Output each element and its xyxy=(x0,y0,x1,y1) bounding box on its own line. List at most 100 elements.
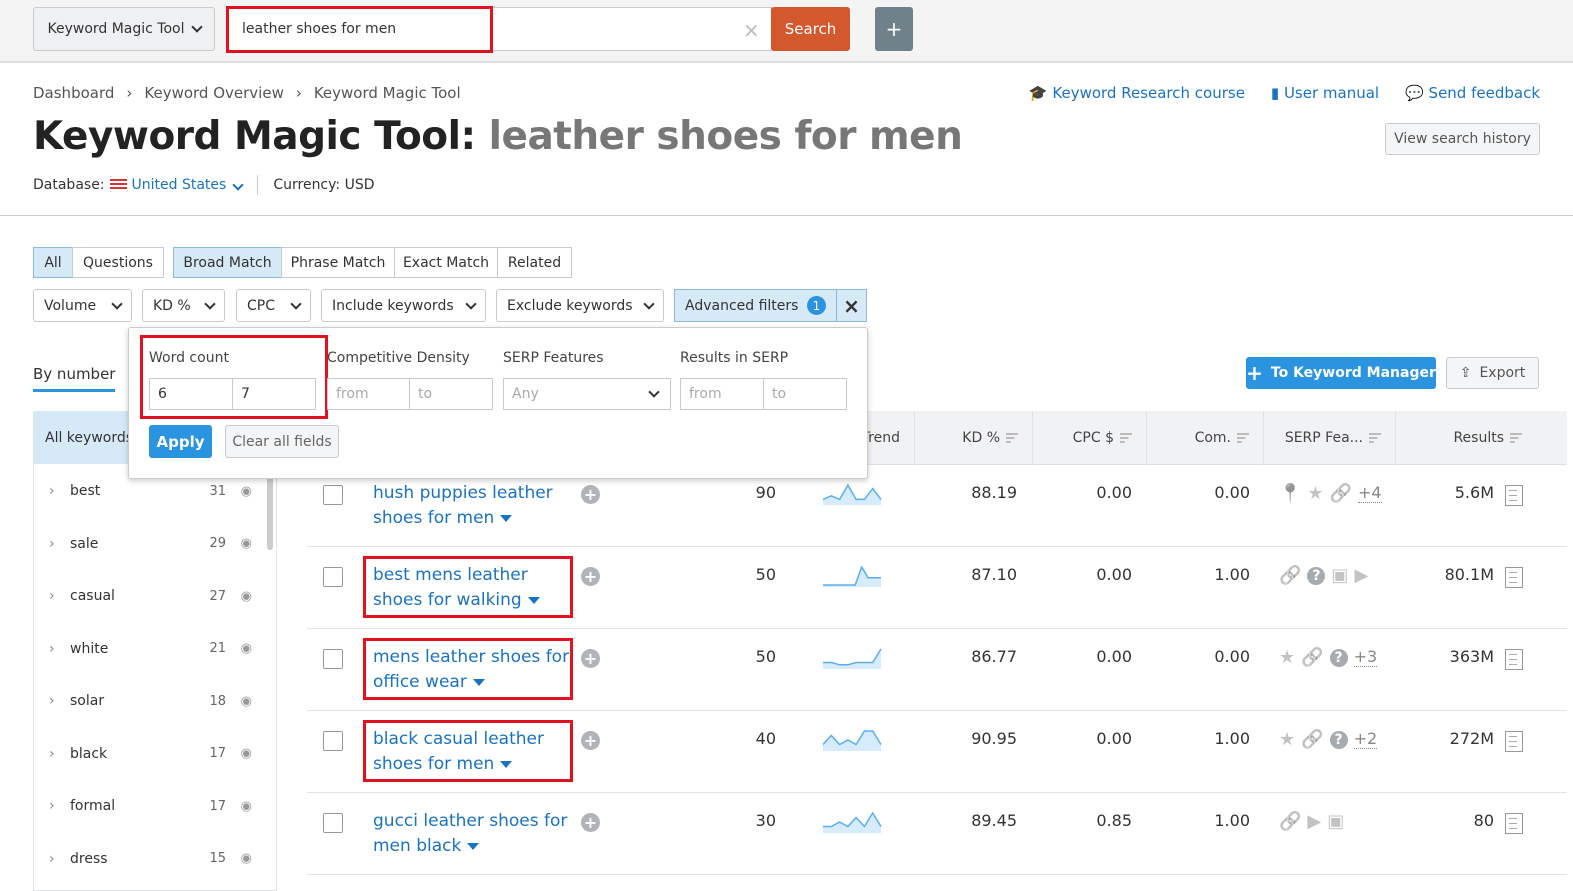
database-select[interactable]: United States xyxy=(132,177,245,193)
tab-questions[interactable]: Questions xyxy=(72,247,164,278)
density-from[interactable]: from xyxy=(327,378,410,410)
sort-icon xyxy=(1369,433,1381,443)
chevron-right-icon: › xyxy=(49,745,55,762)
eye-icon[interactable]: ◉ xyxy=(241,589,252,604)
cpc-filter[interactable]: CPC xyxy=(236,289,311,322)
results-to[interactable]: to xyxy=(763,378,847,410)
col-cpc[interactable]: CPC $ xyxy=(1033,411,1147,465)
search-input[interactable]: leather shoes for men xyxy=(227,7,772,51)
star-icon: ★ xyxy=(1279,647,1296,668)
chevron-down-icon xyxy=(290,297,302,310)
sidebar-item-white[interactable]: › white 21 ◉ xyxy=(33,623,276,675)
link-icon: 🔗 xyxy=(1279,565,1302,586)
serp-document-icon[interactable] xyxy=(1505,567,1523,588)
exclude-keywords-filter[interactable]: Exclude keywords xyxy=(496,289,664,322)
sidebar-item-sale[interactable]: › sale 29 ◉ xyxy=(33,518,276,570)
tab-exact-match[interactable]: Exact Match xyxy=(394,247,498,278)
chevron-down-icon xyxy=(111,297,123,310)
filter-count-badge: 1 xyxy=(807,296,826,315)
add-keyword-icon[interactable]: + xyxy=(581,731,600,750)
more-serp-link[interactable]: +4 xyxy=(1357,484,1382,503)
feedback-link[interactable]: 💬 Send feedback xyxy=(1405,84,1540,102)
kd-filter[interactable]: KD % xyxy=(142,289,225,322)
row-checkbox[interactable] xyxy=(323,813,343,833)
keyword-link[interactable]: gucci leather shoes for men black xyxy=(373,809,573,859)
col-com[interactable]: Com. xyxy=(1147,411,1264,465)
link-icon: 🔗 xyxy=(1301,729,1324,750)
row-checkbox[interactable] xyxy=(323,649,343,669)
plus-icon: + xyxy=(1246,361,1263,385)
course-link[interactable]: 🎓 Keyword Research course xyxy=(1029,84,1245,102)
eye-icon[interactable]: ◉ xyxy=(241,746,252,761)
advanced-filters-button[interactable]: Advanced filters 1 xyxy=(674,289,837,322)
eye-icon[interactable]: ◉ xyxy=(241,641,252,656)
keyword-link[interactable]: mens leather shoes for office wear xyxy=(373,645,573,695)
word-count-from[interactable]: 6 xyxy=(149,378,233,410)
serp-document-icon[interactable] xyxy=(1505,649,1523,670)
caret-down-icon[interactable] xyxy=(527,596,540,604)
results-from[interactable]: from xyxy=(680,378,764,410)
search-button[interactable]: Search xyxy=(771,7,850,51)
image-icon: ▣ xyxy=(1331,565,1349,586)
apply-button[interactable]: Apply xyxy=(149,425,212,458)
add-keyword-icon[interactable]: + xyxy=(581,813,600,832)
serp-features: 🔗? ▣ ▶ xyxy=(1279,565,1368,586)
eye-icon[interactable]: ◉ xyxy=(241,694,252,709)
breadcrumb-overview[interactable]: Keyword Overview xyxy=(144,84,283,102)
tab-phrase-match[interactable]: Phrase Match xyxy=(281,247,395,278)
eye-icon[interactable]: ◉ xyxy=(241,536,252,551)
sidebar-item-black[interactable]: › black 17 ◉ xyxy=(33,728,276,780)
export-button[interactable]: ⇪ Export xyxy=(1446,357,1539,389)
table-row: gucci leather shoes for men black + 30 8… xyxy=(307,793,1567,875)
tab-by-number[interactable]: By number xyxy=(33,365,116,392)
add-keyword-icon[interactable]: + xyxy=(581,567,600,586)
add-keyword-icon[interactable]: + xyxy=(581,649,600,668)
caret-down-icon[interactable] xyxy=(500,760,513,768)
col-results[interactable]: Results xyxy=(1396,411,1536,465)
include-keywords-filter[interactable]: Include keywords xyxy=(321,289,486,322)
row-checkbox[interactable] xyxy=(323,567,343,587)
row-checkbox[interactable] xyxy=(323,485,343,505)
volume-filter[interactable]: Volume xyxy=(33,289,132,322)
density-to[interactable]: to xyxy=(409,378,493,410)
serp-features-select[interactable]: Any xyxy=(503,378,671,410)
close-advanced-filters[interactable]: × xyxy=(836,289,867,322)
to-keyword-manager-button[interactable]: + To Keyword Manager xyxy=(1246,357,1436,389)
caret-down-icon[interactable] xyxy=(472,678,485,686)
col-serp[interactable]: SERP Fea... xyxy=(1264,411,1396,465)
clear-icon[interactable]: × xyxy=(743,18,760,42)
eye-icon[interactable]: ◉ xyxy=(241,851,252,866)
serp-document-icon[interactable] xyxy=(1505,813,1523,834)
sidebar-item-dress[interactable]: › dress 15 ◉ xyxy=(33,833,276,885)
clear-all-button[interactable]: Clear all fields xyxy=(225,425,339,458)
eye-icon[interactable]: ◉ xyxy=(241,484,252,499)
sidebar-item-solar[interactable]: › solar 18 ◉ xyxy=(33,675,276,727)
keyword-link[interactable]: hush puppies leather shoes for men xyxy=(373,481,573,531)
add-button[interactable]: + xyxy=(875,7,913,51)
tab-broad-match[interactable]: Broad Match xyxy=(173,247,282,278)
sort-icon xyxy=(1237,433,1249,443)
caret-down-icon[interactable] xyxy=(500,514,513,522)
row-checkbox[interactable] xyxy=(323,731,343,751)
more-serp-link[interactable]: +2 xyxy=(1353,730,1378,749)
sidebar-item-casual[interactable]: › casual 27 ◉ xyxy=(33,570,276,622)
eye-icon[interactable]: ◉ xyxy=(241,799,252,814)
advanced-filters-popup: Word count 6 7 Competitive Density from … xyxy=(128,327,868,479)
keyword-link[interactable]: black casual leather shoes for men xyxy=(373,727,573,777)
col-kd[interactable]: KD % xyxy=(915,411,1033,465)
tool-select[interactable]: Keyword Magic Tool xyxy=(33,7,215,51)
question-icon: ? xyxy=(1329,648,1348,667)
tab-all[interactable]: All xyxy=(33,247,73,278)
breadcrumb-dashboard[interactable]: Dashboard xyxy=(33,84,114,102)
manual-link[interactable]: ▮ User manual xyxy=(1271,84,1379,102)
tab-related[interactable]: Related xyxy=(497,247,572,278)
serp-document-icon[interactable] xyxy=(1505,731,1523,752)
add-keyword-icon[interactable]: + xyxy=(581,485,600,504)
more-serp-link[interactable]: +3 xyxy=(1353,648,1378,667)
view-history-button[interactable]: View search history xyxy=(1385,123,1540,155)
keyword-link[interactable]: best mens leather shoes for walking xyxy=(373,563,573,613)
caret-down-icon[interactable] xyxy=(467,842,480,850)
serp-document-icon[interactable] xyxy=(1505,485,1523,506)
word-count-to[interactable]: 7 xyxy=(232,378,316,410)
sidebar-item-formal[interactable]: › formal 17 ◉ xyxy=(33,780,276,832)
